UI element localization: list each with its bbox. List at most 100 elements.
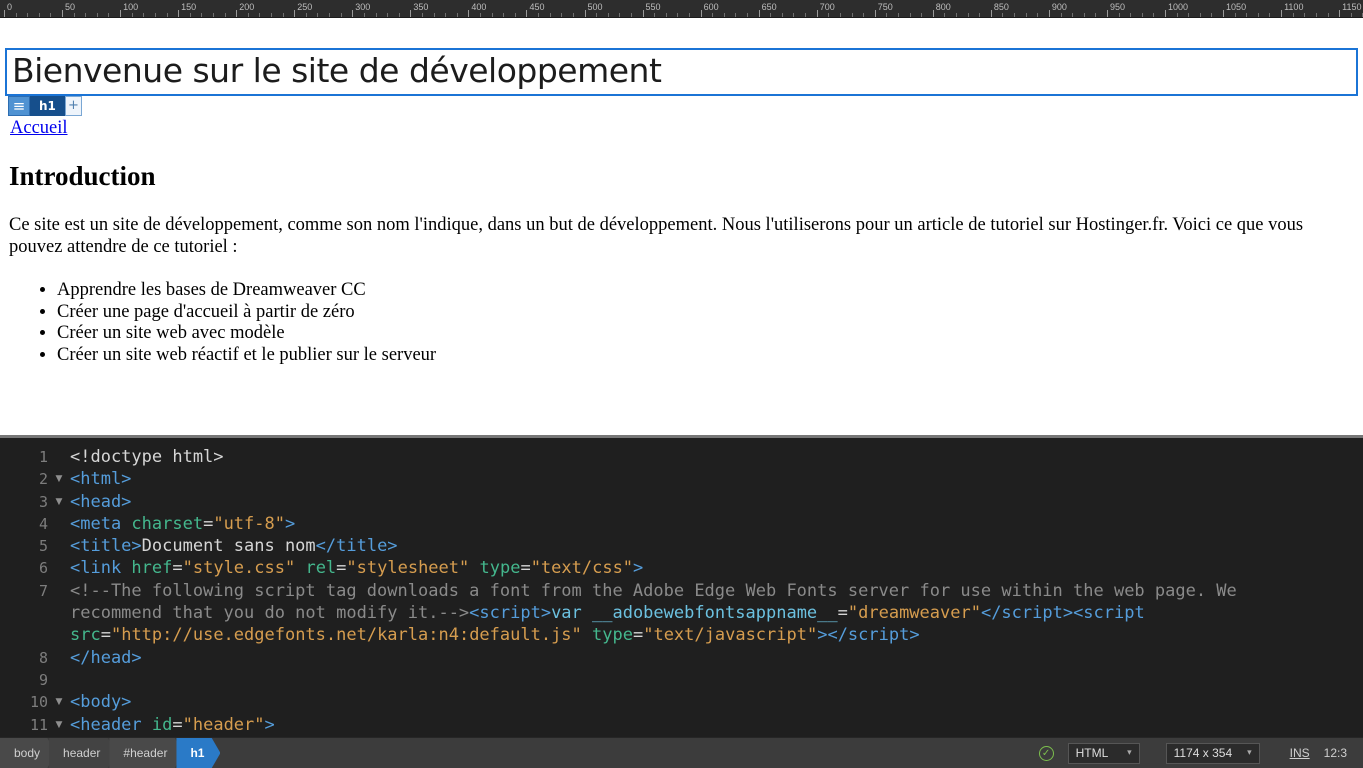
- ruler-tick: [1258, 13, 1259, 17]
- code-line[interactable]: 3▼<head>: [0, 491, 1363, 513]
- ruler-tick: [434, 13, 435, 17]
- code-token: <!doctype html>: [70, 447, 224, 467]
- insert-mode-indicator[interactable]: INS: [1290, 746, 1310, 760]
- ruler-tick: [317, 13, 318, 17]
- code-line[interactable]: 7<!--The following script tag downloads …: [0, 580, 1363, 602]
- ruler-tick: [1061, 13, 1062, 17]
- ruler-label: 200: [239, 2, 254, 12]
- ruler-tick: [747, 13, 748, 17]
- ruler-label: 1100: [1284, 2, 1303, 12]
- hamburger-icon[interactable]: ≡: [8, 96, 30, 116]
- intro-paragraph[interactable]: Ce site est un site de développement, co…: [9, 215, 1343, 258]
- fold-arrow-icon[interactable]: ▼: [48, 714, 70, 736]
- ruler-label: 750: [878, 2, 893, 12]
- line-number[interactable]: 6: [0, 557, 48, 579]
- element-tag-badge[interactable]: h1: [30, 96, 65, 116]
- code-token: >: [285, 514, 295, 534]
- add-class-button[interactable]: +: [65, 96, 82, 116]
- code-line[interactable]: 8 </head>: [0, 647, 1363, 669]
- ruler-tick: [492, 13, 493, 17]
- code-text: src="http://use.edgefonts.net/karla:n4:d…: [70, 624, 920, 646]
- design-view[interactable]: Bienvenue sur le site de développement ≡…: [0, 18, 1363, 435]
- intro-heading[interactable]: Introduction: [9, 161, 156, 192]
- code-line[interactable]: 10▼<body>: [0, 691, 1363, 713]
- code-line[interactable]: 9: [0, 669, 1363, 691]
- line-number[interactable]: 8: [0, 647, 48, 669]
- code-line[interactable]: 4<meta charset="utf-8">: [0, 513, 1363, 535]
- line-number[interactable]: 2: [0, 468, 48, 490]
- code-token: type: [469, 558, 520, 578]
- line-number[interactable]: 10: [0, 691, 48, 713]
- list-item[interactable]: Créer une page d'accueil à partir de zér…: [57, 302, 436, 324]
- doctype-select[interactable]: HTML ▾: [1068, 743, 1140, 764]
- ruler-label: 100: [123, 2, 138, 12]
- line-number[interactable]: 1: [0, 446, 48, 468]
- ruler-tick: [550, 13, 551, 17]
- code-token: </script><script: [981, 603, 1145, 623]
- code-token: =: [336, 558, 346, 578]
- ruler-label: 1000: [1168, 2, 1188, 12]
- line-number[interactable]: 5: [0, 535, 48, 557]
- code-line[interactable]: recommend that you do not modify it.--><…: [0, 602, 1363, 624]
- tag-selector-header[interactable]: header: [49, 738, 116, 768]
- code-line[interactable]: src="http://use.edgefonts.net/karla:n4:d…: [0, 624, 1363, 646]
- line-number[interactable]: 11: [0, 714, 48, 736]
- code-token: <script>: [469, 603, 551, 623]
- line-number[interactable]: [0, 602, 48, 624]
- ruler-tick: [526, 10, 527, 17]
- line-number[interactable]: [0, 624, 48, 646]
- ruler-tick: [85, 13, 86, 17]
- ruler-tick: [631, 13, 632, 17]
- list-item[interactable]: Apprendre les bases de Dreamweaver CC: [57, 280, 436, 302]
- tag-selector-h1[interactable]: h1: [176, 738, 220, 768]
- line-number[interactable]: 7: [0, 580, 48, 602]
- code-token: <title>: [70, 536, 142, 556]
- line-number[interactable]: 4: [0, 513, 48, 535]
- list-item[interactable]: Créer un site web réactif et le publier …: [57, 345, 436, 367]
- ruler-tick: [410, 10, 411, 17]
- code-token: </head>: [70, 648, 142, 668]
- ruler-tick: [480, 13, 481, 17]
- code-token: <meta: [70, 514, 131, 534]
- ruler-label: 350: [413, 2, 428, 12]
- code-text: <!doctype html>: [70, 446, 224, 468]
- accueil-link[interactable]: Accueil: [10, 118, 68, 139]
- tag-selector-body[interactable]: body: [0, 738, 56, 768]
- tag-selector-id-header[interactable]: #header: [109, 738, 183, 768]
- code-line[interactable]: 1 <!doctype html>: [0, 446, 1363, 468]
- ruler-tick: [596, 13, 597, 17]
- code-token: "stylesheet": [346, 558, 469, 578]
- ruler-tick: [956, 13, 957, 17]
- code-line[interactable]: 6<link href="style.css" rel="stylesheet"…: [0, 557, 1363, 579]
- ruler-tick: [271, 13, 272, 17]
- fold-arrow-icon: [48, 669, 70, 691]
- status-bar: bodyheader#headerh1 ✓ HTML ▾ 1174 x 354 …: [0, 737, 1363, 768]
- ruler-tick: [863, 13, 864, 17]
- tag-selector: bodyheader#headerh1: [0, 738, 213, 768]
- code-token: id: [152, 715, 172, 735]
- ruler-label: 1150: [1342, 2, 1361, 12]
- window-size-select[interactable]: 1174 x 354 ▾: [1166, 743, 1260, 764]
- feature-list[interactable]: Apprendre les bases de Dreamweaver CCCré…: [9, 280, 436, 366]
- code-line[interactable]: 2▼<html>: [0, 468, 1363, 490]
- code-line[interactable]: 5<title>Document sans nom</title>: [0, 535, 1363, 557]
- ruler-tick: [1142, 13, 1143, 17]
- code-text: <html>: [70, 468, 131, 490]
- fold-arrow-icon[interactable]: ▼: [48, 491, 70, 513]
- list-item[interactable]: Créer un site web avec modèle: [57, 323, 436, 345]
- fold-arrow-icon[interactable]: ▼: [48, 691, 70, 713]
- ruler-tick: [1235, 13, 1236, 17]
- line-number[interactable]: 9: [0, 669, 48, 691]
- ruler-tick: [944, 13, 945, 17]
- validation-check-icon[interactable]: ✓: [1039, 746, 1054, 761]
- line-number[interactable]: 3: [0, 491, 48, 513]
- code-line[interactable]: 11▼<header id="header">: [0, 714, 1363, 736]
- ruler-tick: [1107, 10, 1108, 17]
- ruler-tick: [143, 13, 144, 17]
- ruler-tick: [1153, 13, 1154, 17]
- code-view[interactable]: 1<!doctype html>2▼<html>3▼<head>4<meta c…: [0, 438, 1363, 737]
- fold-arrow-icon[interactable]: ▼: [48, 468, 70, 490]
- page-heading[interactable]: Bienvenue sur le site de développement: [12, 52, 1351, 90]
- ruler-tick: [97, 13, 98, 17]
- ruler-label: 700: [820, 2, 835, 12]
